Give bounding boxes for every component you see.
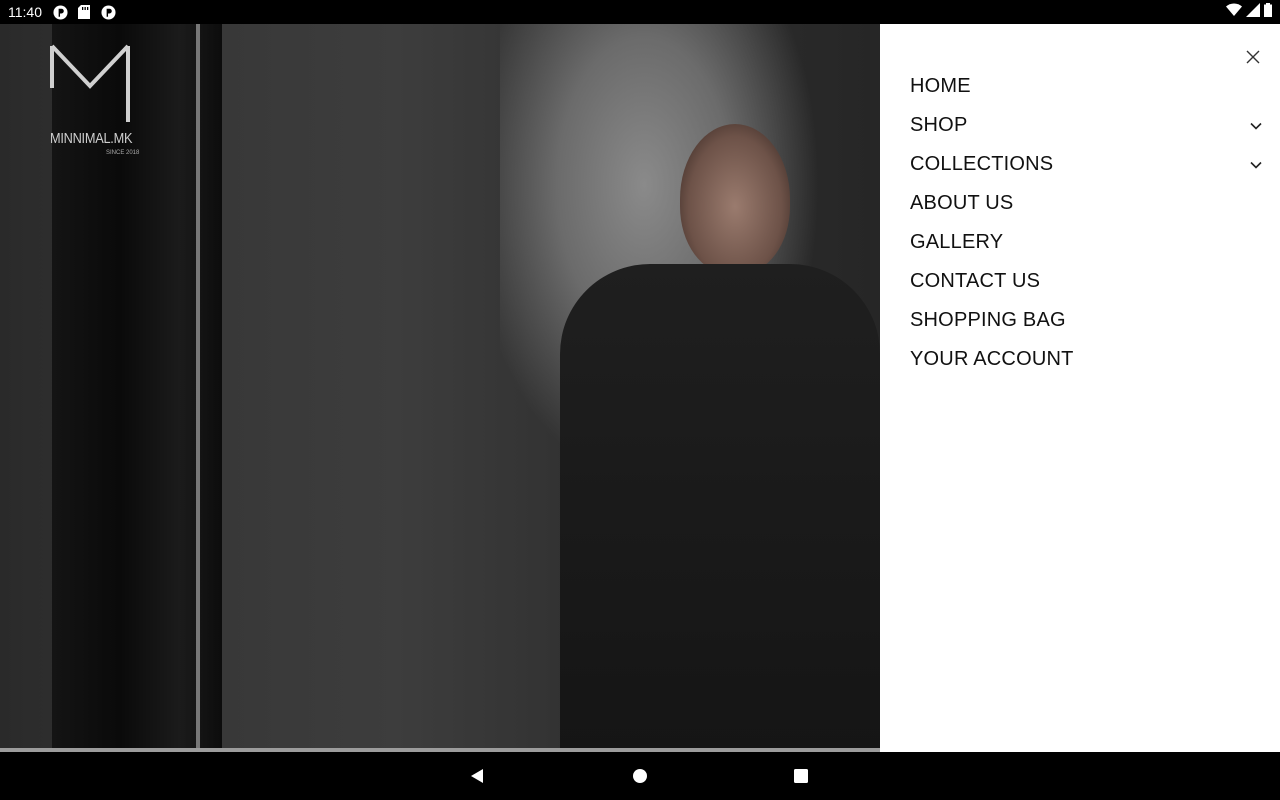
home-icon: [633, 769, 647, 783]
pinterest-icon: [100, 4, 116, 20]
logo-mark-icon: [50, 44, 130, 122]
close-menu-button[interactable]: [1242, 46, 1264, 68]
menu-item-your-account[interactable]: YOUR ACCOUNT: [910, 340, 1260, 379]
menu-item-contact-us[interactable]: CONTACT US: [910, 262, 1260, 301]
home-button[interactable]: [628, 764, 652, 788]
status-bar: 11:40: [0, 0, 1280, 24]
logo-subtext: SINCE 2018: [106, 150, 140, 156]
battery-icon: [1264, 2, 1272, 22]
menu-item-about-us[interactable]: ABOUT US: [910, 184, 1260, 223]
close-icon: [1246, 50, 1260, 64]
chevron-down-icon[interactable]: [1248, 157, 1264, 173]
menu-item-shop[interactable]: SHOP: [910, 106, 1262, 145]
recents-button[interactable]: [789, 764, 813, 788]
brand-logo[interactable]: MINNIMAL.MK SINCE 2018: [48, 42, 140, 162]
chevron-down-icon[interactable]: [1248, 118, 1264, 134]
menu-list: HOME SHOP COLLECTIONS ABOUT US GALLERY C…: [910, 67, 1262, 379]
menu-item-label: COLLECTIONS: [910, 153, 1054, 175]
menu-item-label: ABOUT US: [910, 192, 1014, 214]
hero-pillar-highlight: [196, 24, 200, 752]
menu-item-collections[interactable]: COLLECTIONS: [910, 145, 1262, 184]
back-icon: [471, 769, 483, 783]
menu-item-label: GALLERY: [910, 231, 1004, 253]
status-time: 11:40: [8, 4, 42, 20]
back-button[interactable]: [465, 764, 489, 788]
navigation-bar: [0, 752, 1280, 800]
menu-item-gallery[interactable]: GALLERY: [910, 223, 1260, 262]
logo-text: MINNIMAL.MK: [50, 130, 133, 147]
menu-item-label: HOME: [910, 75, 971, 97]
signal-icon: [1246, 2, 1260, 22]
menu-item-home[interactable]: HOME: [910, 67, 1260, 106]
wifi-icon: [1226, 3, 1242, 22]
hero-model: [560, 124, 880, 752]
side-menu: HOME SHOP COLLECTIONS ABOUT US GALLERY C…: [880, 24, 1280, 752]
sd-card-icon: [76, 4, 92, 20]
hero-model-coat: [560, 264, 880, 752]
menu-item-shopping-bag[interactable]: SHOPPING BAG: [910, 301, 1260, 340]
menu-item-label: SHOP: [910, 114, 968, 136]
menu-item-label: YOUR ACCOUNT: [910, 348, 1074, 370]
menu-item-label: CONTACT US: [910, 270, 1041, 292]
hero-model-head: [680, 124, 790, 274]
hero-image: MINNIMAL.MK SINCE 2018: [0, 24, 880, 752]
menu-item-label: SHOPPING BAG: [910, 309, 1066, 331]
pinterest-icon: [52, 4, 68, 20]
recents-icon: [794, 769, 808, 783]
